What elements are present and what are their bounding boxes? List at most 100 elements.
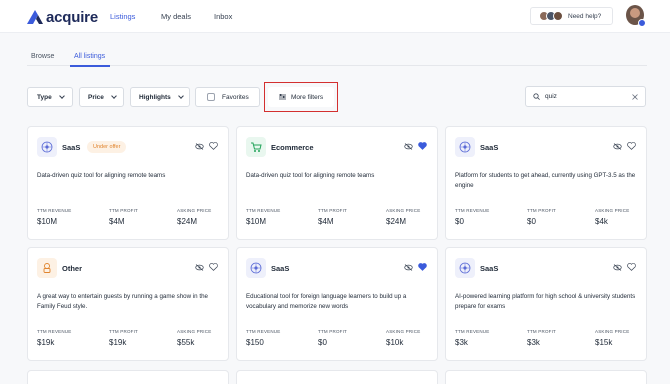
- favorite-heart-icon[interactable]: [209, 142, 218, 150]
- user-avatar[interactable]: [626, 5, 646, 27]
- asking-price-value: $24M: [386, 217, 407, 226]
- need-help-button[interactable]: Need help?: [530, 7, 613, 25]
- ttm-profit-label: TTM PROFIT: [318, 208, 347, 213]
- price-filter[interactable]: Price: [79, 87, 124, 107]
- logo-text: acquire: [46, 8, 98, 26]
- type-filter[interactable]: Type: [27, 87, 73, 107]
- ttm-revenue-label: TTM REVENUE: [455, 208, 490, 213]
- hide-listing-icon[interactable]: [404, 143, 413, 150]
- ttm-revenue-value: $19k: [37, 338, 55, 347]
- favorites-checkbox[interactable]: [207, 93, 215, 101]
- listing-category: SaaS: [271, 264, 290, 273]
- favorites-label: Favorites: [222, 93, 249, 101]
- ttm-revenue-value: $10M: [246, 217, 267, 226]
- ttm-profit-value: $19k: [109, 338, 127, 347]
- ttm-profit-value: $4M: [109, 217, 125, 226]
- listing-description: Educational tool for foreign language le…: [246, 293, 407, 310]
- ttm-profit-value: $4M: [318, 217, 334, 226]
- ttm-revenue-label: TTM REVENUE: [455, 329, 490, 334]
- listing-description: Data-driven quiz tool for aligning remot…: [37, 172, 166, 179]
- tab-browse[interactable]: Browse: [31, 53, 54, 60]
- listing-card[interactable]: SaaS Educational tool for foreign languag…: [236, 247, 438, 361]
- cart-icon: [246, 137, 266, 157]
- saas-icon: [455, 258, 475, 278]
- listing-description: Platform for students to get ahead, curr…: [455, 172, 636, 189]
- avatar: [553, 11, 563, 21]
- ttm-revenue-value: $10M: [37, 217, 58, 226]
- acquire-logo[interactable]: acquire: [27, 8, 98, 26]
- ttm-profit-label: TTM PROFIT: [318, 329, 347, 334]
- chevron-down-icon: [58, 93, 65, 99]
- search-value: quiz: [545, 93, 557, 100]
- highlights-filter[interactable]: Highlights: [130, 87, 190, 107]
- listing-card[interactable]: Other A great way to entertain guests by …: [27, 247, 229, 361]
- ttm-revenue-value: $150: [246, 338, 264, 347]
- listing-category: SaaS: [480, 264, 499, 273]
- hide-listing-icon[interactable]: [613, 264, 622, 271]
- favorite-heart-icon[interactable]: [209, 263, 218, 271]
- listing-card[interactable]: Ecommerce Data-driven quiz tool for align…: [236, 126, 438, 240]
- ttm-profit-label: TTM PROFIT: [527, 208, 556, 213]
- saas-icon: [246, 258, 266, 278]
- ttm-profit-label: TTM PROFIT: [109, 208, 138, 213]
- asking-price-value: $4k: [595, 217, 608, 226]
- nav-my-deals[interactable]: My deals: [161, 12, 191, 21]
- asking-price-value: $24M: [177, 217, 198, 226]
- ttm-revenue-label: TTM REVENUE: [246, 208, 281, 213]
- ttm-revenue-value: $3k: [455, 338, 468, 347]
- favorites-filter[interactable]: Favorites: [195, 87, 260, 107]
- hide-listing-icon[interactable]: [195, 264, 204, 271]
- ttm-profit-value: $0: [318, 338, 327, 347]
- ttm-revenue-value: $0: [455, 217, 464, 226]
- highlights-filter-label: Highlights: [139, 93, 171, 101]
- listing-card[interactable]: SaaS Under offer Data-driven quiz tool for…: [27, 126, 229, 240]
- favorite-heart-icon[interactable]: [627, 142, 636, 150]
- price-filter-label: Price: [88, 93, 104, 101]
- favorite-heart-icon[interactable]: [627, 263, 636, 271]
- asking-price-value: $55k: [177, 338, 195, 347]
- type-filter-label: Type: [37, 93, 52, 101]
- listing-tabs: Browse All listings: [27, 44, 647, 66]
- listing-card[interactable]: SaaS AI-powered learning platform for hig…: [445, 247, 647, 361]
- nav-inbox[interactable]: Inbox: [214, 12, 232, 21]
- asking-price-label: ASKING PRICE: [386, 208, 421, 213]
- search-input[interactable]: quiz: [525, 86, 646, 107]
- hide-listing-icon[interactable]: [404, 264, 413, 271]
- listing-card[interactable]: [27, 370, 229, 384]
- listing-description: A great way to entertain guests by runni…: [37, 293, 208, 310]
- ttm-revenue-label: TTM REVENUE: [246, 329, 281, 334]
- saas-icon: [37, 137, 57, 157]
- avatar-badge-icon: [638, 19, 646, 27]
- clear-search-icon[interactable]: [632, 93, 638, 100]
- listing-description: Data-driven quiz tool for aligning remot…: [246, 172, 375, 179]
- nav-listings[interactable]: Listings: [110, 12, 135, 21]
- under-offer-badge: Under offer: [87, 141, 127, 153]
- top-navbar: acquire Listings My deals Inbox Need hel…: [0, 0, 670, 33]
- listing-category: SaaS: [62, 143, 81, 152]
- listing-description: AI-powered learning platform for high sc…: [455, 293, 636, 310]
- listing-card[interactable]: [236, 370, 438, 384]
- ttm-profit-value: $0: [527, 217, 536, 226]
- tab-all-listings[interactable]: All listings: [74, 53, 105, 60]
- chevron-down-icon: [177, 93, 184, 99]
- asking-price-label: ASKING PRICE: [386, 329, 421, 334]
- favorite-heart-icon[interactable]: [418, 142, 427, 150]
- hide-listing-icon[interactable]: [613, 143, 622, 150]
- asking-price-label: ASKING PRICE: [595, 329, 630, 334]
- listing-card[interactable]: SaaS Platform for students to get ahead, …: [445, 126, 647, 240]
- asking-price-label: ASKING PRICE: [177, 208, 212, 213]
- favorite-heart-icon[interactable]: [418, 263, 427, 271]
- ttm-profit-label: TTM PROFIT: [527, 329, 556, 334]
- support-avatars: [539, 11, 563, 21]
- avatar-face: [630, 8, 640, 18]
- other-icon: [37, 258, 57, 278]
- active-tab-indicator: [70, 65, 110, 67]
- hide-listing-icon[interactable]: [195, 143, 204, 150]
- search-icon: [533, 93, 540, 100]
- asking-price-value: $15k: [595, 338, 613, 347]
- ttm-revenue-label: TTM REVENUE: [37, 208, 72, 213]
- chevron-down-icon: [111, 93, 117, 99]
- ttm-revenue-label: TTM REVENUE: [37, 329, 72, 334]
- ttm-profit-value: $3k: [527, 338, 540, 347]
- listing-card[interactable]: [445, 370, 647, 384]
